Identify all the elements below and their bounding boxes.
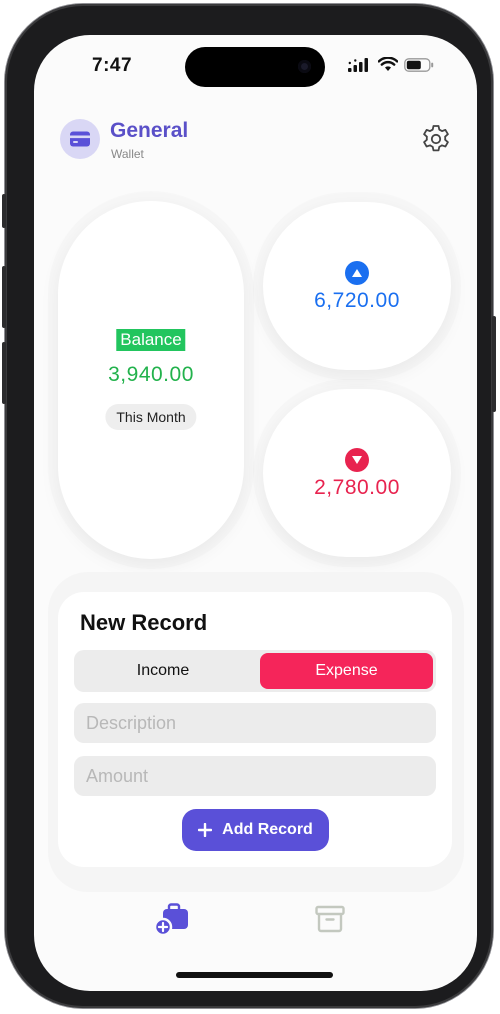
home-indicator[interactable] — [176, 972, 333, 978]
new-record-section: New Record Income Expense Description Am… — [48, 572, 464, 892]
expense-arrow-down-icon — [345, 448, 369, 472]
camera-icon — [298, 60, 311, 73]
power-button — [492, 316, 496, 412]
income-value: 6,720.00 — [314, 289, 400, 312]
cellular-signal-icon — [348, 57, 368, 72]
dynamic-island — [185, 47, 325, 87]
settings-button[interactable] — [419, 122, 453, 156]
gear-icon — [423, 125, 449, 152]
income-card: 6,720.00 — [263, 202, 451, 370]
balance-label: Balance — [116, 329, 186, 351]
record-type-toggle: Income Expense — [74, 650, 436, 692]
phone-frame: 7:47 General Wallet Balance 3,940.00 Thi… — [2, 4, 496, 1008]
income-option[interactable]: Income — [77, 653, 249, 689]
balance-card: Balance 3,940.00 This Month — [58, 201, 244, 559]
add-record-button[interactable]: Add Record — [182, 809, 329, 851]
battery-icon — [404, 57, 434, 72]
volume-up-button — [2, 266, 6, 328]
new-record-title: New Record — [80, 610, 208, 635]
credit-card-icon — [70, 131, 90, 147]
add-record-tab[interactable] — [152, 899, 192, 939]
app-screen: 7:47 General Wallet Balance 3,940.00 Thi… — [34, 35, 477, 991]
balance-value: 3,940.00 — [108, 363, 194, 386]
status-icons — [348, 57, 434, 72]
wallet-avatar[interactable] — [60, 119, 100, 159]
expense-card: 2,780.00 — [263, 389, 451, 557]
mute-switch — [2, 194, 6, 228]
new-record-card: New Record Income Expense Description Am… — [58, 592, 452, 867]
wallet-name[interactable]: General — [110, 119, 188, 143]
add-record-label: Add Record — [222, 821, 313, 838]
expense-value: 2,780.00 — [314, 476, 400, 499]
description-field[interactable]: Description — [74, 703, 436, 743]
period-chip[interactable]: This Month — [105, 404, 197, 430]
income-arrow-up-icon — [345, 261, 369, 285]
wifi-icon — [378, 57, 398, 71]
expense-option[interactable]: Expense — [260, 653, 433, 689]
plus-icon — [198, 823, 213, 837]
wallet-subtitle: Wallet — [111, 147, 144, 161]
briefcase-add-icon — [153, 903, 188, 937]
archive-tab[interactable] — [310, 899, 350, 939]
status-time: 7:47 — [92, 55, 133, 76]
amount-field[interactable]: Amount — [74, 756, 436, 796]
app-header: General Wallet — [60, 119, 451, 169]
volume-down-button — [2, 342, 6, 404]
archive-box-icon — [315, 905, 345, 933]
